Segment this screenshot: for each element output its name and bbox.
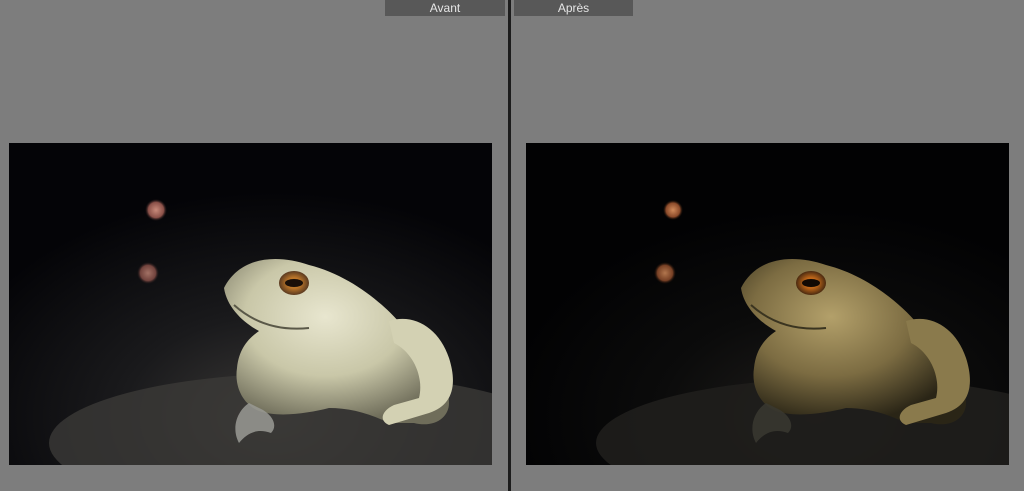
after-photo[interactable] [526, 143, 1009, 465]
after-pane: Après [511, 0, 1024, 491]
before-pane: Avant [0, 0, 508, 491]
before-after-compare-view: Avant Après [0, 0, 1024, 491]
before-label-tab[interactable]: Avant [385, 0, 505, 16]
before-photo[interactable] [9, 143, 492, 465]
after-label-tab[interactable]: Après [514, 0, 633, 16]
after-photo-image [526, 143, 1009, 465]
before-photo-image [9, 143, 492, 465]
